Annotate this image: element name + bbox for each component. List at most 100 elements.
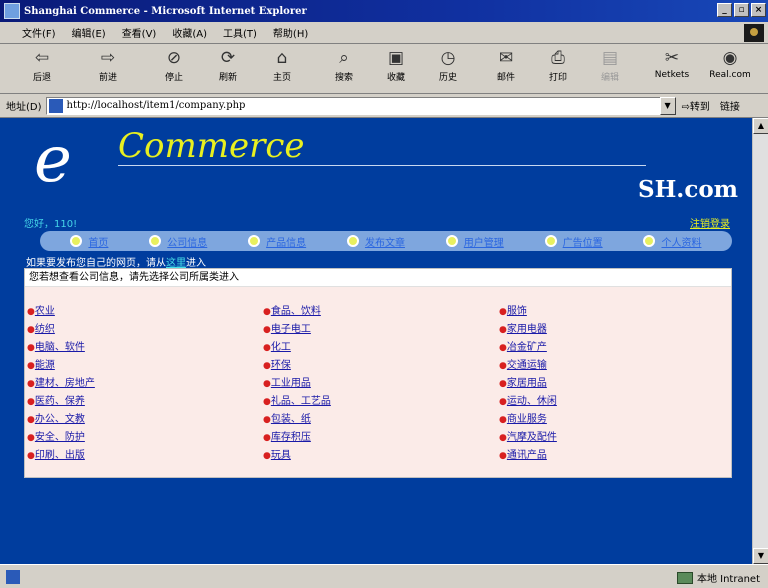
nav-company-info[interactable]: 公司信息 — [149, 234, 207, 249]
category-item[interactable]: ●能源 — [25, 357, 261, 374]
logout-link[interactable]: 注销登录 — [690, 215, 730, 230]
category-item[interactable]: ●包装、纸 — [261, 411, 497, 428]
ie-app-icon — [4, 3, 20, 19]
category-item[interactable]: ●食品、饮料 — [261, 303, 497, 320]
print-button[interactable]: ⎙ 打印 — [532, 48, 584, 90]
category-item[interactable]: ●纺织 — [25, 321, 261, 338]
nav-bullet-icon — [70, 235, 83, 247]
stop-icon: ⊘ — [166, 48, 182, 68]
nav-profile[interactable]: 个人资料 — [643, 234, 701, 249]
category-item[interactable]: ●医药、保养 — [25, 393, 261, 410]
page-content: e Commerce SH.com 您好，110! 注销登录 首页 公司信息 产… — [0, 118, 752, 564]
forward-button[interactable]: ⇨ 前进 — [82, 48, 134, 90]
category-item[interactable]: ●电子电工 — [261, 321, 497, 338]
bullet-icon: ● — [499, 361, 507, 371]
print-icon: ⎙ — [551, 48, 565, 68]
category-item[interactable]: ●冶金矿产 — [497, 339, 733, 356]
address-dropdown-button[interactable]: ▼ — [659, 96, 676, 115]
category-item[interactable]: ●交通运输 — [497, 357, 733, 374]
category-item[interactable]: ●化工 — [261, 339, 497, 356]
mail-button[interactable]: ✉ 邮件 — [480, 48, 532, 90]
menu-file[interactable]: 文件(F) — [22, 25, 56, 40]
category-link: 农业 — [34, 306, 55, 317]
category-item[interactable]: ●印刷、出版 — [25, 447, 261, 464]
category-item[interactable]: ●礼品、工艺品 — [261, 393, 497, 410]
category-item[interactable]: ●运动、休闲 — [497, 393, 733, 410]
bullet-icon: ● — [499, 307, 507, 317]
category-link: 服饰 — [506, 306, 527, 317]
category-item[interactable]: ●服饰 — [497, 303, 733, 320]
category-item[interactable]: ●玩具 — [261, 447, 497, 464]
links-button[interactable]: 链接 — [720, 98, 740, 113]
category-item[interactable]: ●家居用品 — [497, 375, 733, 392]
category-link: 通讯产品 — [506, 450, 547, 461]
category-item[interactable]: ●工业用品 — [261, 375, 497, 392]
category-item[interactable]: ●家用电器 — [497, 321, 733, 338]
nav-ad-position[interactable]: 广告位置 — [544, 234, 603, 249]
publish-hint: 如果要发布您自己的网页，请从这里进入 — [26, 254, 206, 269]
category-item[interactable]: ●电脑、软件 — [25, 339, 261, 356]
close-button[interactable]: × — [751, 3, 766, 17]
history-button[interactable]: ◷ 历史 — [422, 48, 474, 90]
go-button[interactable]: ⇨转到 — [682, 98, 710, 113]
minimize-button[interactable]: _ — [717, 3, 732, 17]
category-link: 能源 — [34, 360, 55, 371]
realcom-button[interactable]: ◉ Real.com — [704, 48, 756, 90]
netkets-button[interactable]: ✂ Netkets — [646, 48, 698, 90]
page-icon — [48, 98, 63, 113]
category-item[interactable]: ●农业 — [25, 303, 261, 320]
menu-view[interactable]: 查看(V) — [122, 25, 157, 40]
category-item[interactable]: ●通讯产品 — [497, 447, 733, 464]
nav-product-info[interactable]: 产品信息 — [248, 234, 306, 249]
bullet-icon: ● — [499, 415, 507, 425]
menu-tools[interactable]: 工具(T) — [223, 25, 257, 40]
nav-home-label: 首页 — [88, 237, 109, 249]
bullet-icon: ● — [27, 451, 35, 461]
realcom-icon: ◉ — [722, 48, 738, 68]
logo-domain: SH.com — [637, 176, 738, 203]
category-link: 工业用品 — [270, 378, 311, 389]
scroll-down-icon[interactable]: ▼ — [753, 548, 768, 564]
search-icon: ⌕ — [339, 48, 349, 68]
back-button[interactable]: ⇦ 后退 — [16, 48, 68, 90]
window-title: Shanghai Commerce - Microsoft Internet E… — [24, 5, 307, 17]
search-button[interactable]: ⌕ 搜索 — [318, 48, 370, 90]
category-link: 包装、纸 — [270, 414, 311, 425]
netkets-icon: ✂ — [664, 48, 680, 68]
address-input[interactable]: http://localhost/item1/company.php — [45, 96, 676, 115]
window-controls: _ ▫ × — [717, 3, 766, 17]
maximize-button[interactable]: ▫ — [734, 3, 749, 17]
refresh-label: 刷新 — [218, 73, 237, 83]
nav-home[interactable]: 首页 — [70, 234, 108, 249]
category-item[interactable]: ●库存积压 — [261, 429, 497, 446]
favorites-icon: ▣ — [387, 48, 405, 68]
bullet-icon: ● — [263, 379, 271, 389]
edit-button[interactable]: ▤ 编辑 — [584, 48, 636, 90]
menu-edit[interactable]: 编辑(E) — [72, 25, 106, 40]
scroll-up-icon[interactable]: ▲ — [753, 118, 768, 134]
logo-commerce: Commerce — [118, 126, 305, 166]
favorites-button[interactable]: ▣ 收藏 — [370, 48, 422, 90]
refresh-button[interactable]: ⟳ 刷新 — [202, 48, 254, 90]
menu-favorites[interactable]: 收藏(A) — [172, 25, 207, 40]
nav-publish-article[interactable]: 发布文章 — [346, 234, 405, 249]
category-item[interactable]: ●安全、防护 — [25, 429, 261, 446]
mail-icon: ✉ — [498, 48, 514, 68]
category-link: 电脑、软件 — [34, 342, 85, 353]
category-item[interactable]: ●办公、文教 — [25, 411, 261, 428]
category-item[interactable]: ●汽摩及配件 — [497, 429, 733, 446]
nav-user-manage[interactable]: 用户管理 — [445, 234, 504, 249]
home-icon: ⌂ — [276, 48, 288, 68]
address-label: 地址(D) — [6, 102, 42, 113]
stop-button[interactable]: ⊘ 停止 — [148, 48, 200, 90]
vertical-scrollbar[interactable]: ▲ ▼ — [752, 118, 768, 564]
category-item[interactable]: ●环保 — [261, 357, 497, 374]
nav-bullet-icon — [544, 235, 557, 247]
category-item[interactable]: ●商业服务 — [497, 411, 733, 428]
logo-divider — [118, 165, 646, 166]
menu-help[interactable]: 帮助(H) — [273, 25, 308, 40]
bullet-icon: ● — [27, 397, 35, 407]
menu-bar: 文件(F) 编辑(E) 查看(V) 收藏(A) 工具(T) 帮助(H) — [0, 22, 768, 44]
home-button[interactable]: ⌂ 主页 — [256, 48, 308, 90]
category-item[interactable]: ●建材、房地产 — [25, 375, 261, 392]
